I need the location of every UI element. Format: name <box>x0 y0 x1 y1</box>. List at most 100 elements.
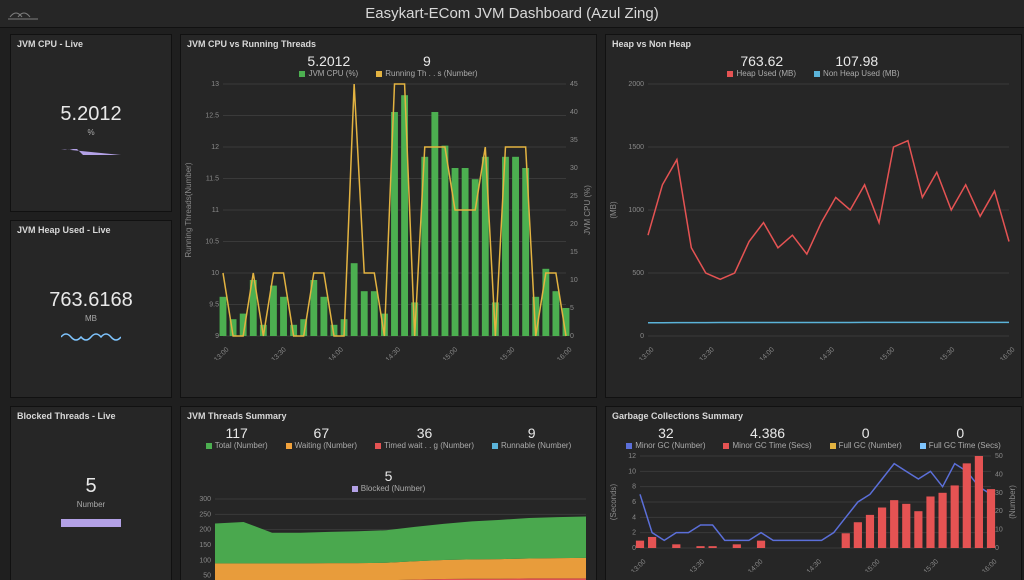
svg-text:6: 6 <box>632 499 636 506</box>
sparkline <box>61 143 121 157</box>
svg-text:13:30: 13:30 <box>270 346 287 360</box>
svg-text:14:30: 14:30 <box>819 346 836 360</box>
panel-blocked-threads-live[interactable]: Blocked Threads - Live 5 Number <box>10 406 172 580</box>
sparkline <box>61 515 121 529</box>
svg-text:10: 10 <box>995 527 1003 534</box>
svg-text:0: 0 <box>570 333 574 340</box>
svg-text:11: 11 <box>212 207 219 214</box>
stat-value: 763.6168 <box>49 289 132 312</box>
svg-text:12: 12 <box>211 144 219 151</box>
svg-text:12.5: 12.5 <box>205 113 219 120</box>
svg-text:40: 40 <box>570 109 578 116</box>
svg-text:200: 200 <box>199 527 211 534</box>
chart-canvas: 05010015020025030013:0013:3014:0014:3015… <box>181 495 597 580</box>
svg-text:25: 25 <box>570 193 578 200</box>
legend-item: 9Running Th . . s (Number) <box>376 53 477 78</box>
svg-text:30: 30 <box>995 490 1003 497</box>
svg-text:1500: 1500 <box>628 144 644 151</box>
svg-text:50: 50 <box>995 453 1003 460</box>
svg-text:9.5: 9.5 <box>209 302 219 309</box>
svg-text:9: 9 <box>215 333 219 340</box>
panel-cpu-vs-threads[interactable]: JVM CPU vs Running Threads 5.2012JVM CPU… <box>180 34 597 398</box>
panel-title: JVM Heap Used - Live <box>11 221 171 235</box>
svg-text:(MB): (MB) <box>609 201 618 219</box>
legend: 117Total (Number) 67Waiting (Number) 36Tim… <box>181 421 596 495</box>
svg-text:15:30: 15:30 <box>499 346 516 360</box>
panel-title: JVM Threads Summary <box>181 407 596 421</box>
svg-text:14:00: 14:00 <box>759 346 776 360</box>
panel-title: JVM CPU - Live <box>11 35 171 49</box>
svg-text:15:00: 15:00 <box>864 558 881 572</box>
svg-text:Running Threads(Number): Running Threads(Number) <box>184 162 193 257</box>
legend: 763.62Heap Used (MB)107.98Non Heap Used … <box>606 49 1021 80</box>
chart-canvas: 99.51010.51111.51212.5130510152025303540… <box>181 80 597 360</box>
svg-text:14:00: 14:00 <box>747 558 764 572</box>
svg-text:35: 35 <box>570 137 578 144</box>
svg-text:16:00: 16:00 <box>556 346 573 360</box>
stat-value: 5.2012 <box>60 103 121 126</box>
svg-text:(Number): (Number) <box>1008 485 1017 519</box>
svg-text:16:00: 16:00 <box>981 558 998 572</box>
panel-threads-summary[interactable]: JVM Threads Summary 117Total (Number) 67W… <box>180 406 597 580</box>
svg-text:13:00: 13:00 <box>213 346 230 360</box>
legend-item: 0Full GC (Number) <box>830 425 902 450</box>
legend-item: 763.62Heap Used (MB) <box>727 53 796 78</box>
sparkline <box>61 329 121 343</box>
panel-heap-vs-nonheap[interactable]: Heap vs Non Heap 763.62Heap Used (MB)107… <box>605 34 1022 398</box>
page-title: Easykart-ECom JVM Dashboard (Azul Zing) <box>0 5 1024 22</box>
chart-canvas: 02468101201020304050(Number)(Seconds)13:… <box>606 452 1022 572</box>
legend-item: 9Runnable (Number) <box>492 425 571 450</box>
brand-logo-icon <box>8 5 38 23</box>
svg-text:0: 0 <box>995 545 999 552</box>
stat-unit: % <box>87 128 94 137</box>
svg-text:14:30: 14:30 <box>385 346 402 360</box>
svg-text:12: 12 <box>628 453 636 460</box>
panel-gc-summary[interactable]: Garbage Collections Summary 32Minor GC (… <box>605 406 1022 580</box>
stat-value: 5 <box>85 475 96 498</box>
svg-text:150: 150 <box>199 542 211 549</box>
svg-text:0: 0 <box>640 333 644 340</box>
panel-heap-used-live[interactable]: JVM Heap Used - Live 763.6168 MB <box>10 220 172 398</box>
svg-text:8: 8 <box>632 484 636 491</box>
svg-text:300: 300 <box>199 496 211 503</box>
panel-title: Blocked Threads - Live <box>11 407 171 421</box>
svg-text:13: 13 <box>211 81 219 88</box>
svg-text:15: 15 <box>570 249 578 256</box>
svg-text:15:30: 15:30 <box>923 558 940 572</box>
svg-text:14:30: 14:30 <box>806 558 823 572</box>
panel-title: JVM CPU vs Running Threads <box>181 35 596 49</box>
legend-item: 4.386Minor GC Time (Secs) <box>723 425 811 450</box>
svg-text:15:00: 15:00 <box>879 346 896 360</box>
svg-text:50: 50 <box>203 573 211 580</box>
svg-text:13:30: 13:30 <box>698 346 715 360</box>
svg-text:10: 10 <box>628 468 636 475</box>
panel-title: Garbage Collections Summary <box>606 407 1021 421</box>
legend: 5.2012JVM CPU (%)9Running Th . . s (Numb… <box>181 49 596 80</box>
svg-text:13:00: 13:00 <box>638 346 655 360</box>
legend-item: 117Total (Number) <box>206 425 268 450</box>
svg-text:2000: 2000 <box>628 81 644 88</box>
svg-text:13:00: 13:00 <box>630 558 647 572</box>
svg-text:100: 100 <box>199 557 211 564</box>
legend-item: 5Blocked (Number) <box>352 468 425 493</box>
panel-title: Heap vs Non Heap <box>606 35 1021 49</box>
svg-text:20: 20 <box>570 221 578 228</box>
svg-text:15:30: 15:30 <box>939 346 956 360</box>
legend: 32Minor GC (Number) 4.386Minor GC Time (S… <box>606 421 1021 452</box>
svg-text:15:00: 15:00 <box>442 346 459 360</box>
svg-text:(Seconds): (Seconds) <box>609 483 618 520</box>
svg-text:JVM CPU (%): JVM CPU (%) <box>583 185 592 235</box>
legend-item: 67Waiting (Number) <box>286 425 357 450</box>
panel-jvm-cpu-live[interactable]: JVM CPU - Live 5.2012 % <box>10 34 172 212</box>
svg-text:16:00: 16:00 <box>999 346 1016 360</box>
svg-text:10: 10 <box>570 277 578 284</box>
svg-text:13:30: 13:30 <box>689 558 706 572</box>
svg-text:10.5: 10.5 <box>205 239 219 246</box>
svg-text:45: 45 <box>570 81 578 88</box>
chart-canvas: 0500100015002000(MB)13:0013:3014:0014:30… <box>606 80 1022 360</box>
svg-text:14:00: 14:00 <box>328 346 345 360</box>
legend-item: 36Timed wait . . g (Number) <box>375 425 474 450</box>
svg-text:5: 5 <box>570 305 574 312</box>
stat-unit: Number <box>77 500 105 509</box>
legend-item: 32Minor GC (Number) <box>626 425 705 450</box>
